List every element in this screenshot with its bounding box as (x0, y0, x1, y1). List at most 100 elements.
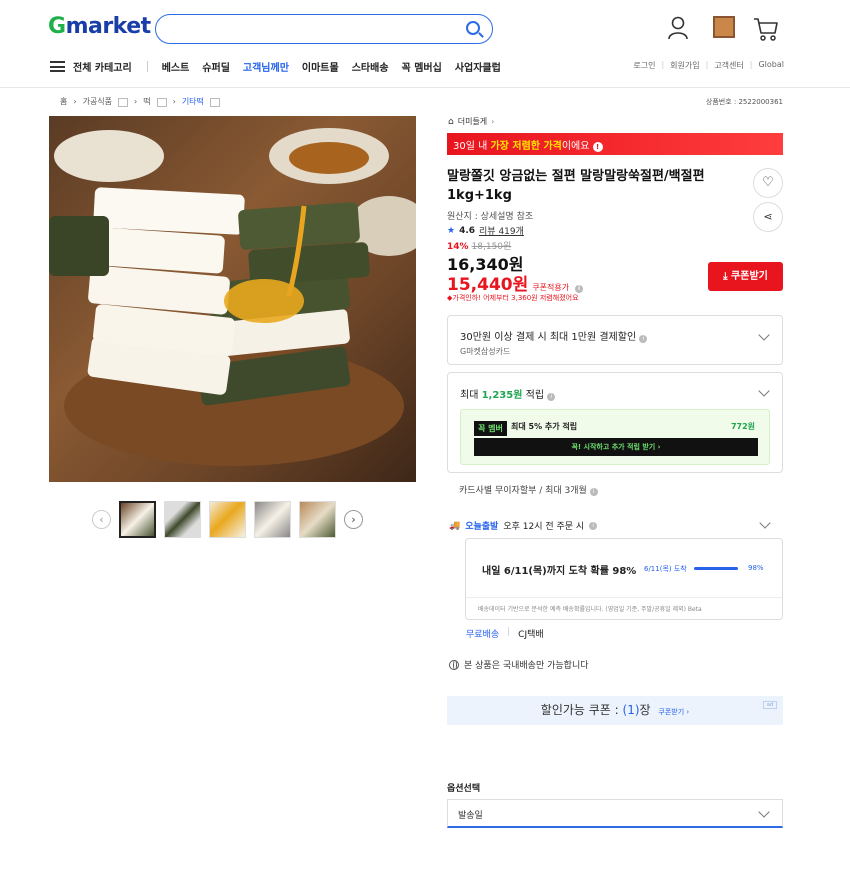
wishlist-heart-button[interactable]: ♡ (753, 168, 783, 198)
info-icon[interactable]: i (589, 488, 598, 496)
product-number: 상품번호 : 2522000361 (705, 98, 783, 106)
domestic-only-notice: 본 상품은 국내배송만 가능합니다 (449, 658, 589, 671)
carrier-info: 무료배송 | CJ택배 (466, 627, 544, 640)
arrival-probability: 내일 6/11(목)까지 도착 확률 98% (482, 566, 637, 577)
dropdown-icon[interactable] (209, 98, 220, 107)
info-icon[interactable]: i (589, 521, 598, 530)
main-nav: 전체 카테고리 베스트 슈퍼딜 고객님께만 이마트몰 스타배송 꼭 멤버십 사업… (50, 57, 514, 75)
nav-divider (146, 60, 148, 72)
breadcrumb: 홈 › 가공식품 › 떡 › 기타떡 (60, 96, 220, 107)
product-title: 말랑쫄깃 앙금없는 절편 말랑말랑쑥절편/백절편 1kg+1kg (447, 169, 705, 203)
download-icon: ⤓ (723, 271, 728, 282)
thumbnail-3[interactable] (209, 501, 246, 538)
info-icon[interactable]: ! (592, 142, 603, 152)
thumbnail-1[interactable] (119, 501, 156, 538)
arrival-percent: 98% (748, 564, 764, 572)
delivery-note: 배송데이터 기반으로 분석한 예측 배송확률입니다. (영업일 기준, 주말/공… (466, 597, 782, 619)
rating-summary: ★ 4.6 리뷰 419개 (447, 224, 524, 238)
thumbnail-next-button[interactable]: › (344, 510, 363, 529)
points-panel[interactable]: 최대 1,235원 적립 i 꼭 멤버 최대 5% 추가 적립 772원 꼭! … (447, 372, 783, 473)
option-selected-value: 발송일 (458, 811, 483, 821)
utility-links: 로그인 | 회원가입 | 고객센터 | Global (633, 60, 784, 71)
breadcrumb-processed-food[interactable]: 가공식품 (83, 96, 112, 107)
cart-icon[interactable] (753, 16, 779, 42)
store-name: 더미들게 (457, 117, 488, 126)
dropdown-icon[interactable] (118, 98, 129, 107)
membership-box: 꼭 멤버 최대 5% 추가 적립 772원 꼭! 시작하고 추가 적립 받기 › (460, 409, 770, 465)
menu-icon[interactable] (50, 60, 65, 72)
info-icon[interactable]: i (547, 393, 556, 401)
nav-item-star-delivery[interactable]: 스타배송 (352, 59, 389, 74)
breadcrumb-home[interactable]: 홈 (60, 96, 67, 107)
membership-points: 772원 (730, 422, 755, 431)
reviews-link[interactable]: 리뷰 419개 (479, 224, 524, 237)
card-discount-title: 30만원 이상 결제 시 최대 1만원 결제할인 i (460, 328, 648, 343)
membership-text: 최대 5% 추가 적립 (511, 422, 578, 431)
nav-item-business-club[interactable]: 사업자클럽 (455, 59, 501, 74)
carrier-name: CJ택배 (518, 630, 544, 640)
gmarket-logo[interactable]: Gmarket (48, 14, 151, 39)
nav-item-emart[interactable]: 이마트몰 (302, 59, 339, 74)
shipping-summary[interactable]: 🚚 오늘출발 오후 12시 전 주문 시 i (449, 519, 598, 532)
search-input[interactable] (155, 14, 493, 44)
chevron-down-icon[interactable] (758, 329, 770, 341)
get-coupons-link[interactable]: 쿠폰받기 › (658, 708, 689, 716)
get-coupon-button[interactable]: ⤓ 쿠폰받기 (708, 262, 783, 291)
heart-icon: ♡ (762, 175, 774, 190)
membership-badge: 꼭 멤버 (474, 421, 507, 436)
signup-link[interactable]: 회원가입 (670, 60, 699, 71)
product-main-image[interactable] (49, 116, 416, 482)
delivery-estimate-card: 내일 6/11(목)까지 도착 확률 98% 6/11(목) 도착 98% 배송… (465, 538, 783, 620)
global-link[interactable]: Global (758, 60, 784, 71)
nav-item-best[interactable]: 베스트 (162, 59, 190, 74)
nav-item-for-you[interactable]: 고객님께만 (243, 59, 289, 74)
home-icon: ⌂ (448, 116, 454, 127)
share-button[interactable]: ⋖ (753, 202, 783, 232)
nav-all-categories[interactable]: 전체 카테고리 (73, 59, 132, 74)
origin-info: 원산지 : 상세설명 참조 (447, 212, 534, 222)
store-link[interactable]: ⌂ 더미들게 › (448, 116, 494, 127)
lowest-price-banner: 30일 내 가장 저렴한 가격이에요 ! (447, 133, 783, 155)
membership-start-button[interactable]: 꼭! 시작하고 추가 적립 받기 › (474, 438, 758, 456)
thumbnail-strip: ‹ › (92, 501, 363, 538)
dropdown-icon[interactable] (156, 98, 167, 107)
search-icon[interactable] (466, 21, 480, 35)
free-shipping: 무료배송 (466, 630, 500, 640)
breadcrumb-other-rice-cake[interactable]: 기타떡 (182, 96, 204, 107)
thumbnail-4[interactable] (254, 501, 291, 538)
share-icon: ⋖ (763, 210, 773, 223)
thumbnail-prev-button[interactable]: ‹ (92, 510, 111, 529)
truck-icon: 🚚 (449, 520, 461, 531)
chevron-down-icon[interactable] (758, 385, 770, 397)
card-discount-panel[interactable]: 30만원 이상 결제 시 최대 1만원 결제할인 i G마켓삼성카드 (447, 315, 783, 365)
nav-item-membership[interactable]: 꼭 멤버십 (402, 59, 442, 74)
thumbnail-2[interactable] (164, 501, 201, 538)
star-icon: ★ (447, 225, 456, 236)
shipping-cutoff: 오후 12시 전 주문 시 (503, 522, 585, 532)
user-icon[interactable] (667, 16, 689, 40)
points-title: 최대 1,235원 적립 i (460, 386, 556, 401)
breadcrumb-rice-cake[interactable]: 떡 (143, 96, 150, 107)
rice-cake-photo (49, 128, 416, 466)
chevron-right-icon: › (491, 117, 495, 126)
installment-info[interactable]: 카드사별 무이자할부 / 최대 3개월 i (459, 483, 598, 496)
thumbnail-5[interactable] (299, 501, 336, 538)
customer-center-link[interactable]: 고객센터 (714, 60, 743, 71)
recent-item-thumbnail[interactable] (713, 16, 735, 38)
info-icon[interactable]: i (574, 285, 583, 293)
nav-item-superdeal[interactable]: 슈퍼딜 (202, 59, 230, 74)
arrival-progress-bar (694, 567, 738, 570)
login-link[interactable]: 로그인 (633, 60, 655, 71)
price-drop-note: ◆가격인하! 어제부터 3,360원 저렴해졌어요 (447, 294, 579, 302)
header: Gmarket 전체 카테고리 베스트 슈퍼딜 고객님께만 이마트몰 스타배송 … (0, 0, 850, 88)
globe-icon (449, 659, 459, 670)
ad-icon: ad (763, 701, 777, 709)
info-icon[interactable]: i (639, 335, 648, 343)
rating-score: 4.6 (459, 225, 476, 236)
available-coupons-banner[interactable]: 할인가능 쿠폰 : (1)장 쿠폰받기 › ad (447, 696, 783, 725)
arrival-date: 6/11(목) 도착 (644, 565, 687, 573)
chevron-down-icon[interactable] (759, 517, 771, 529)
coupon-price: 15,440원 쿠폰적용가 i (447, 270, 583, 295)
today-shipping-label: 오늘출발 (465, 522, 499, 532)
option-select-dropdown[interactable]: 발송일 (447, 799, 783, 828)
